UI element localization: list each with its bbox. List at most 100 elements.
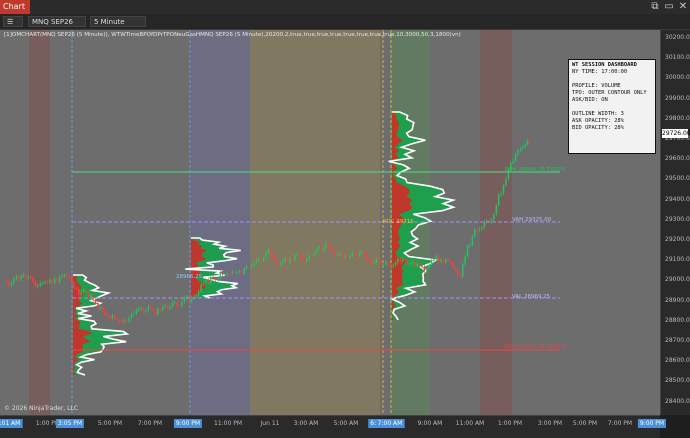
candle-body xyxy=(171,302,174,307)
candle-body xyxy=(205,280,207,283)
candle-body xyxy=(296,253,298,256)
candle-body xyxy=(476,229,478,231)
candle-body xyxy=(147,306,150,311)
candle-body xyxy=(325,244,327,249)
candle-body xyxy=(282,260,284,263)
price-axis[interactable]: 30200.00 30100.00 30000.00 29900.00 29800.00… xyxy=(660,30,690,415)
price-tick-label: 30000.00 xyxy=(665,74,690,82)
time-tick-label: 9:00 PM xyxy=(173,419,203,428)
candle-body xyxy=(358,252,361,257)
candle-body xyxy=(186,296,188,298)
candle-body xyxy=(224,274,226,276)
close-icon[interactable]: ✕ xyxy=(676,1,690,13)
candle-body xyxy=(354,252,356,256)
candle-body xyxy=(116,318,118,320)
level-label-vah: VAH 29325.00 xyxy=(512,217,552,223)
candle-body xyxy=(82,290,85,293)
candle-body xyxy=(111,315,114,319)
dashboard-row: NY TIME: 17:00:00 xyxy=(572,69,628,75)
candle-body xyxy=(471,236,474,245)
candle-body xyxy=(87,291,90,298)
candle-body xyxy=(128,317,130,322)
candle-body xyxy=(176,302,178,306)
candle-body xyxy=(394,262,397,266)
candle-body xyxy=(428,265,430,269)
poc-label: POC 29715 xyxy=(383,219,414,225)
indicator-info-text: [1]OMCHART(MNQ SEP26 (5 Minute)), WTWTim… xyxy=(4,32,461,38)
candle-body xyxy=(433,258,435,261)
candle-body xyxy=(25,274,27,279)
candle-body xyxy=(308,255,310,260)
candle-body xyxy=(97,302,99,308)
candle-body xyxy=(49,279,51,283)
candle-body xyxy=(229,273,231,275)
candle-body xyxy=(44,281,46,284)
dashboard-row: TPO: OUTER CONTOUR ONLY xyxy=(572,90,647,96)
candle-body xyxy=(370,260,373,264)
time-tick-label: 3:00 AM xyxy=(293,420,319,427)
candle-body xyxy=(66,275,68,277)
candle-body xyxy=(138,308,140,310)
price-chart[interactable] xyxy=(0,30,660,415)
time-tick-label: 11:00 PM xyxy=(214,420,242,427)
candle-body xyxy=(258,258,260,261)
candle-body xyxy=(385,261,387,265)
candle-body xyxy=(130,313,133,318)
candle-body xyxy=(133,313,135,315)
candle-body xyxy=(286,258,289,264)
candle-body xyxy=(373,262,375,265)
maximize-icon[interactable]: ▭ xyxy=(662,1,676,13)
candle-body xyxy=(375,259,378,263)
candle-body xyxy=(219,272,222,279)
candle-body xyxy=(34,281,37,287)
candle-body xyxy=(435,255,438,259)
candle-body xyxy=(289,258,291,264)
price-tick-label: 28700.00 xyxy=(665,337,690,344)
time-axis[interactable]: 7:01 AM 1:00 PM 3:05 PM 5:00 PM 7:00 PM 9:00 … xyxy=(0,415,667,438)
candle-body xyxy=(380,261,382,265)
interval-selector[interactable]: 5 Minute xyxy=(90,16,146,27)
candle-body xyxy=(356,255,358,258)
candle-body xyxy=(123,320,126,322)
candle-body xyxy=(42,282,44,284)
candle-body xyxy=(363,251,366,256)
candle-body xyxy=(210,276,212,284)
price-tick-label: 29500.00 xyxy=(665,175,690,183)
candle-body xyxy=(262,257,265,261)
candle-body xyxy=(327,244,330,247)
candle-body xyxy=(402,259,404,262)
candle-body xyxy=(231,271,234,274)
candle-body xyxy=(366,255,368,259)
candle-body xyxy=(22,274,25,277)
candle-body xyxy=(349,255,351,258)
candle-body xyxy=(298,253,301,256)
level-label-val: VAL 28969.25 xyxy=(512,294,551,300)
candle-body xyxy=(13,278,15,283)
candle-body xyxy=(457,269,459,275)
dashboard-row: OUTLINE WIDTH: 3 xyxy=(572,111,624,117)
candle-body xyxy=(75,287,78,289)
candle-body xyxy=(303,259,306,262)
candle-body xyxy=(39,283,42,286)
candle-body xyxy=(51,279,54,284)
candle-body xyxy=(32,278,34,282)
price-tick-label: 30200.00 xyxy=(665,34,690,41)
candle-body xyxy=(20,276,22,280)
candle-body xyxy=(181,301,183,307)
candle-body xyxy=(238,271,241,273)
dashboard-title: WT SESSION DASHBOARD xyxy=(572,62,637,68)
candle-body xyxy=(310,255,313,257)
candle-body xyxy=(452,262,454,268)
candle-body xyxy=(411,261,414,264)
chart-plot-area[interactable]: [1]OMCHART(MNQ SEP26 (5 Minute)), WTWTim… xyxy=(0,30,660,415)
instrument-selector[interactable]: MNQ SEP26 xyxy=(28,16,86,27)
candle-body xyxy=(6,281,8,283)
candle-body xyxy=(474,229,476,237)
candle-body xyxy=(284,258,286,261)
candle-body xyxy=(159,308,162,311)
candle-body xyxy=(46,281,49,284)
restore-icon[interactable]: ⧉ xyxy=(648,1,662,13)
candle-body xyxy=(214,278,217,280)
session-band xyxy=(250,30,380,415)
toolbar-menu-icon[interactable]: ☰ xyxy=(3,16,23,27)
